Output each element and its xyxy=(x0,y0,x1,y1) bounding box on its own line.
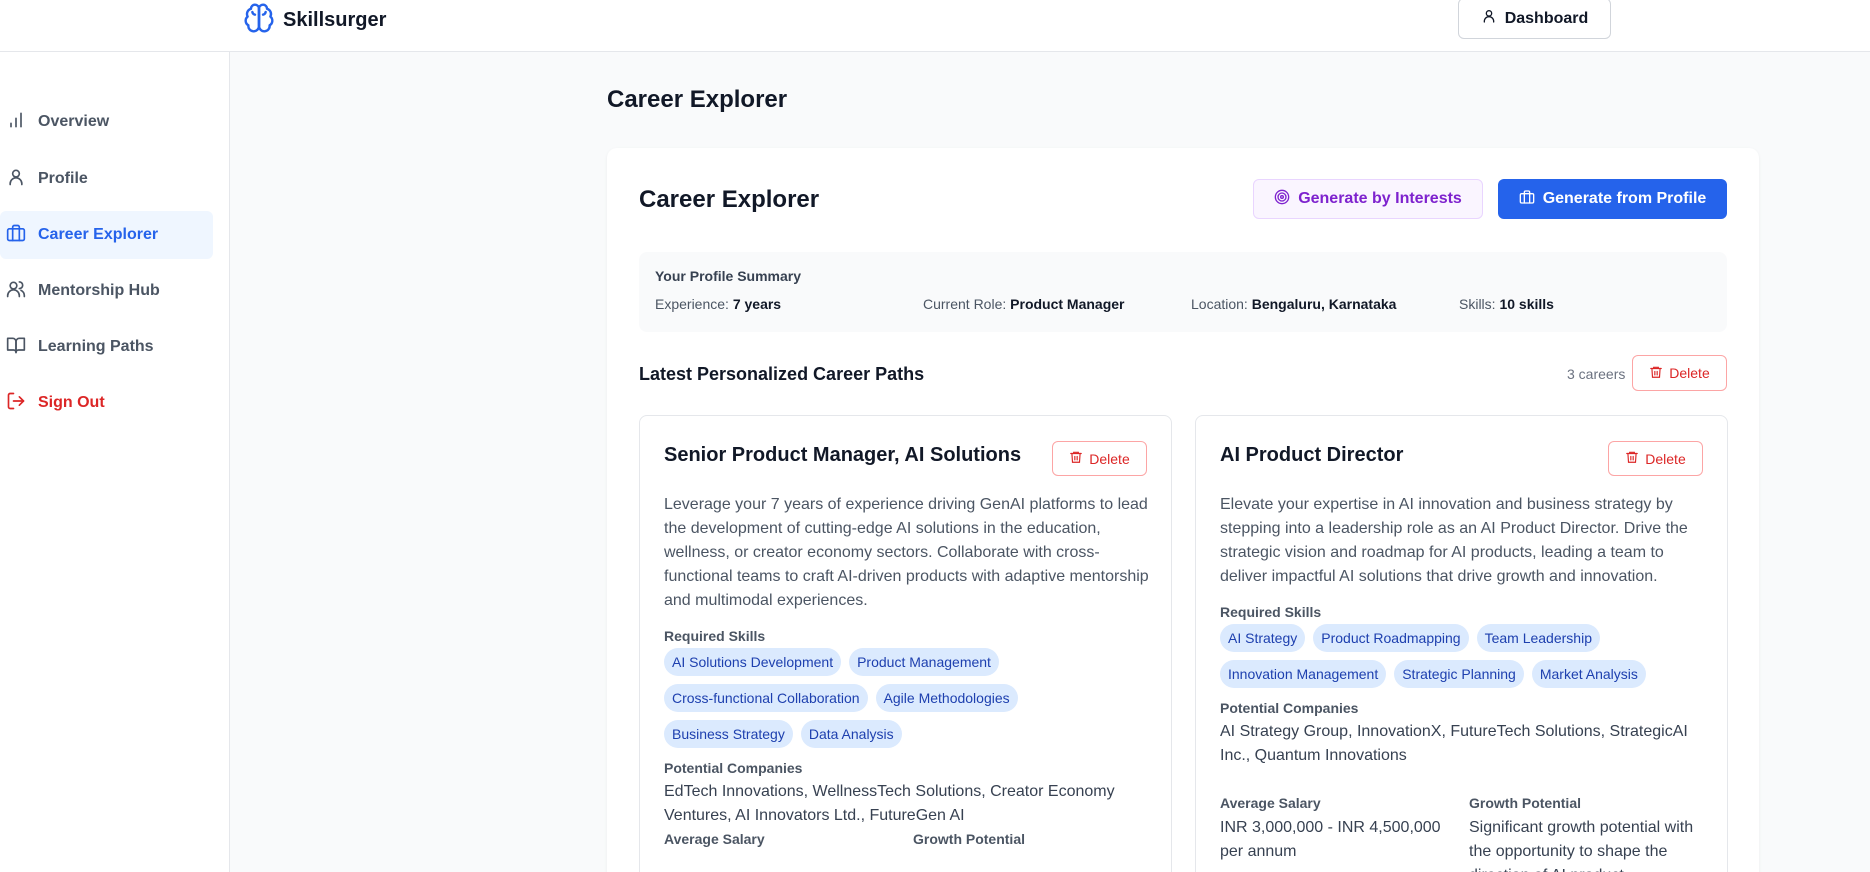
delete-label: Delete xyxy=(1669,365,1710,381)
summary-location: Location: Bengaluru, Karnataka xyxy=(1191,296,1396,312)
average-salary-label: Average Salary xyxy=(1220,795,1321,811)
career-path-card: AI Product Director Delete Elevate your … xyxy=(1195,415,1728,872)
skill-chip: Product Management xyxy=(849,648,999,676)
average-salary-label: Average Salary xyxy=(664,831,765,847)
summary-role-label: Current Role: xyxy=(923,296,1007,312)
skill-chip: Strategic Planning xyxy=(1394,660,1524,688)
growth-potential-label: Growth Potential xyxy=(1469,795,1581,811)
profile-summary: Your Profile Summary Experience: 7 years… xyxy=(639,252,1727,332)
skill-chip: Product Roadmapping xyxy=(1313,624,1469,652)
career-path-card: Senior Product Manager, AI Solutions Del… xyxy=(639,415,1172,872)
page-title: Career Explorer xyxy=(607,86,788,113)
career-path-description: Elevate your expertise in AI innovation … xyxy=(1220,496,1688,585)
required-skills-label: Required Skills xyxy=(664,628,766,644)
sidebar-item-label: Career Explorer xyxy=(38,226,159,243)
sidebar-item-sign-out[interactable]: Sign Out xyxy=(0,379,213,427)
brand[interactable]: Skillsurger xyxy=(243,2,386,39)
delete-all-button[interactable]: Delete xyxy=(1632,355,1727,391)
average-salary: Average Salary xyxy=(664,830,894,852)
career-path-description: Leverage your 7 years of experience driv… xyxy=(664,496,1149,609)
skill-chip: Business Strategy xyxy=(664,720,793,748)
career-path-title: AI Product Director xyxy=(1220,444,1404,466)
growth-potential: Growth Potential Significant growth pote… xyxy=(1469,794,1705,872)
sidebar-item-career-explorer[interactable]: Career Explorer xyxy=(0,211,213,259)
average-salary-value: INR 3,000,000 - INR 4,500,000 per annum xyxy=(1220,819,1441,860)
brand-name: Skillsurger xyxy=(283,9,387,31)
user-icon xyxy=(1481,8,1497,29)
potential-companies: EdTech Innovations, WellnessTech Solutio… xyxy=(664,783,1115,824)
sidebar-item-mentorship-hub[interactable]: Mentorship Hub xyxy=(0,267,213,315)
sidebar-item-label: Learning Paths xyxy=(38,338,154,355)
summary-skills: Skills: 10 skills xyxy=(1459,296,1554,312)
sidebar-item-label: Sign Out xyxy=(38,394,105,411)
trash-icon xyxy=(1069,450,1083,467)
skill-chip: AI Strategy xyxy=(1220,624,1306,652)
skill-chip: Cross-functional Collaboration xyxy=(664,684,868,712)
sidebar-item-label: Profile xyxy=(38,170,88,187)
sidebar-item-profile[interactable]: Profile xyxy=(0,155,213,203)
summary-role-value: Product Manager xyxy=(1010,296,1125,312)
delete-label: Delete xyxy=(1089,450,1130,467)
dashboard-label: Dashboard xyxy=(1504,9,1589,27)
summary-role: Current Role: Product Manager xyxy=(923,296,1125,312)
growth-potential: Growth Potential xyxy=(913,830,1149,852)
sidebar: Overview Profile Career Explorer Mentors… xyxy=(0,52,230,872)
skills-list: AI Solutions Development Product Managem… xyxy=(664,648,1149,748)
log-out-icon xyxy=(6,391,26,416)
briefcase-icon xyxy=(6,223,26,248)
average-salary: Average Salary INR 3,000,000 - INR 4,500… xyxy=(1220,794,1450,864)
trash-icon xyxy=(1649,365,1663,382)
career-path-title: Senior Product Manager, AI Solutions xyxy=(664,444,1022,466)
delete-label: Delete xyxy=(1645,450,1686,467)
delete-career-button[interactable]: Delete xyxy=(1608,441,1703,476)
bar-chart-icon xyxy=(6,110,26,135)
required-skills-label: Required Skills xyxy=(1220,604,1322,620)
generate-from-profile-label: Generate from Profile xyxy=(1542,190,1707,207)
skills-list: AI Strategy Product Roadmapping Team Lea… xyxy=(1220,624,1705,688)
top-bar: Skillsurger Dashboard xyxy=(0,0,1870,52)
dashboard-button[interactable]: Dashboard xyxy=(1458,0,1611,39)
summary-experience-value: 7 years xyxy=(732,296,782,312)
career-explorer-card: Career Explorer Generate by Interests Ge… xyxy=(607,148,1759,872)
generate-by-interests-button[interactable]: Generate by Interests xyxy=(1253,179,1483,219)
career-paths-title: Latest Personalized Career Paths xyxy=(639,364,925,384)
potential-companies: AI Strategy Group, InnovationX, FutureTe… xyxy=(1220,723,1688,764)
trash-icon xyxy=(1625,450,1639,467)
users-icon xyxy=(6,279,26,304)
skill-chip: Data Analysis xyxy=(800,720,902,748)
careers-count: 3 careers xyxy=(1567,366,1626,382)
sidebar-item-overview[interactable]: Overview xyxy=(0,98,213,146)
card-title: Career Explorer xyxy=(639,186,820,213)
summary-location-label: Location: xyxy=(1191,296,1248,312)
summary-location-value: Bengaluru, Karnataka xyxy=(1251,296,1397,312)
skill-chip: Innovation Management xyxy=(1220,660,1387,688)
summary-skills-label: Skills: xyxy=(1459,296,1496,312)
growth-potential-value: Significant growth potential with the op… xyxy=(1469,819,1694,872)
sidebar-item-learning-paths[interactable]: Learning Paths xyxy=(0,323,213,371)
growth-potential-label: Growth Potential xyxy=(913,831,1025,847)
user-icon xyxy=(6,167,26,192)
target-icon xyxy=(1274,189,1290,210)
book-open-icon xyxy=(6,335,26,360)
delete-career-button[interactable]: Delete xyxy=(1052,441,1147,476)
summary-experience-label: Experience: xyxy=(655,296,729,312)
sidebar-item-label: Mentorship Hub xyxy=(38,282,160,299)
briefcase-icon xyxy=(1519,189,1535,210)
profile-summary-title: Your Profile Summary xyxy=(655,268,802,284)
skill-chip: AI Solutions Development xyxy=(664,648,842,676)
summary-experience: Experience: 7 years xyxy=(655,296,781,312)
skill-chip: Agile Methodologies xyxy=(875,684,1018,712)
brain-icon xyxy=(243,2,275,39)
potential-companies-label: Potential Companies xyxy=(664,760,803,776)
skill-chip: Market Analysis xyxy=(1531,660,1646,688)
summary-skills-value: 10 skills xyxy=(1499,296,1554,312)
generate-by-interests-label: Generate by Interests xyxy=(1298,190,1462,207)
skill-chip: Team Leadership xyxy=(1476,624,1600,652)
generate-from-profile-button[interactable]: Generate from Profile xyxy=(1498,179,1727,219)
sidebar-item-label: Overview xyxy=(38,113,110,130)
potential-companies-label: Potential Companies xyxy=(1220,700,1359,716)
